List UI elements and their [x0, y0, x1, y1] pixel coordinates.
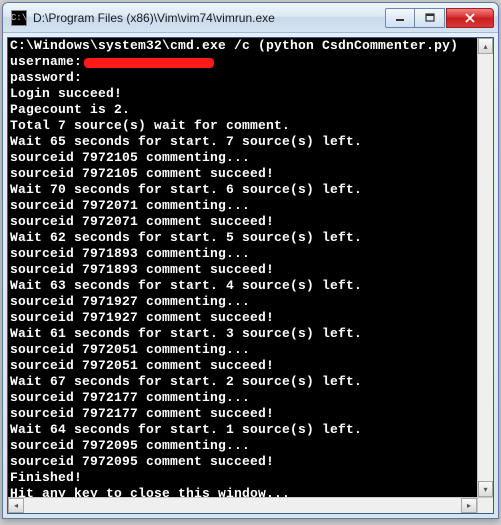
redaction-mark	[84, 58, 214, 68]
console-output: C:\Windows\system32\cmd.exe /c (python C…	[8, 38, 493, 502]
app-window: C:\ D:\Program Files (x86)\Vim\vim74\vim…	[2, 2, 499, 519]
scroll-h-track[interactable]	[24, 498, 461, 513]
scroll-down-button[interactable]: ▾	[478, 481, 493, 497]
window-title: D:\Program Files (x86)\Vim\vim74\vimrun.…	[33, 11, 384, 25]
maximize-button[interactable]	[415, 8, 445, 28]
scroll-left-button[interactable]: ◂	[8, 498, 24, 513]
scroll-v-track[interactable]	[478, 54, 493, 481]
console-client-area: C:\Windows\system32\cmd.exe /c (python C…	[7, 37, 494, 514]
app-icon: C:\	[11, 10, 27, 26]
titlebar[interactable]: C:\ D:\Program Files (x86)\Vim\vim74\vim…	[3, 3, 498, 33]
window-controls	[384, 8, 494, 28]
minimize-button[interactable]	[385, 8, 415, 28]
horizontal-scrollbar[interactable]: ◂ ▸	[8, 497, 477, 513]
close-button[interactable]	[446, 8, 494, 28]
vertical-scrollbar[interactable]: ▴ ▾	[477, 38, 493, 497]
scroll-right-button[interactable]: ▸	[461, 498, 477, 513]
scrollbar-corner	[477, 497, 493, 513]
scroll-up-button[interactable]: ▴	[478, 38, 493, 54]
